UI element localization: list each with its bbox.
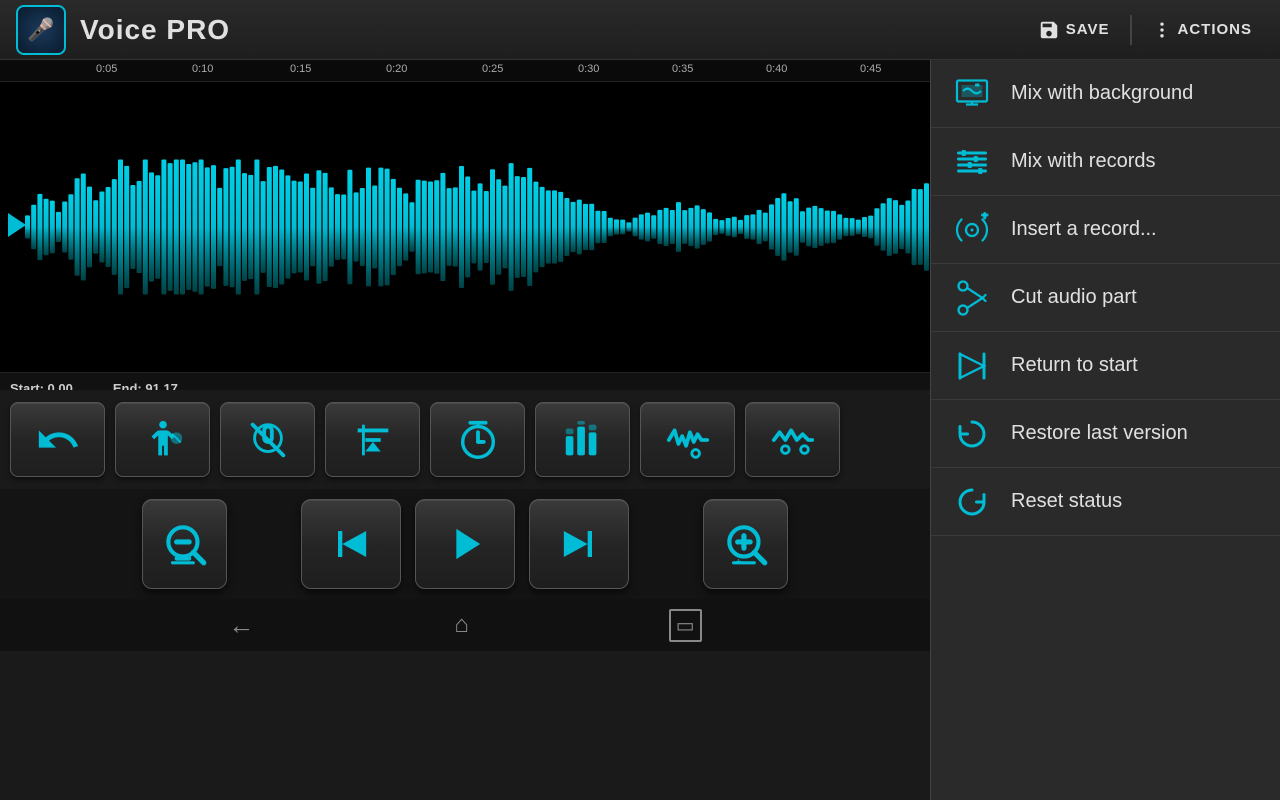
menu-item-insert-record[interactable]: Insert a record... (931, 196, 1280, 264)
trim-button[interactable] (115, 402, 210, 477)
menu-item-reset-status[interactable]: Reset status (931, 468, 1280, 536)
header-divider (1130, 15, 1132, 45)
no-mic-icon (245, 417, 291, 463)
tempo-button[interactable] (430, 402, 525, 477)
timeline-mark-6: 0:30 (578, 63, 599, 75)
toolbar-row (0, 390, 930, 489)
cut-audio-icon (951, 277, 993, 319)
start-time: Start: 0.00 (10, 381, 73, 390)
undo-icon (35, 417, 81, 463)
mix-background-icon (951, 73, 993, 115)
home-nav[interactable]: ⌂ (454, 611, 469, 639)
menu-item-return-start-label: Return to start (1011, 354, 1138, 377)
pitch-icon (350, 417, 396, 463)
play-indicator (8, 213, 26, 237)
prev-icon (325, 518, 377, 570)
menu-item-mix-records-label: Mix with records (1011, 150, 1155, 173)
no-mic-button[interactable] (220, 402, 315, 477)
menu-item-return-start[interactable]: Return to start (931, 332, 1280, 400)
timeline-mark-9: 0:45 (860, 63, 881, 75)
insert-record-icon (951, 209, 993, 251)
playback-row: + (0, 489, 930, 599)
timeline-mark-5: 0:25 (482, 63, 503, 75)
menu-item-mix-records[interactable]: Mix with records (931, 128, 1280, 196)
mix-records-icon (951, 141, 993, 183)
menu-item-insert-record-label: Insert a record... (1011, 218, 1157, 241)
zoom-out-button[interactable] (142, 499, 227, 589)
app-title: Voice PRO (80, 14, 230, 46)
app-logo (16, 5, 66, 55)
actions-button[interactable]: ACTIONS (1140, 14, 1265, 46)
end-time: End: 91.17 (113, 381, 178, 390)
save-icon (1038, 19, 1060, 41)
app-header: Voice PRO SAVE ACTIONS (0, 0, 1280, 60)
save-button[interactable]: SAVE (1026, 13, 1122, 47)
timeline-mark-1: 0:05 (96, 63, 117, 75)
equalizer-button[interactable] (535, 402, 630, 477)
menu-item-mix-background-label: Mix with background (1011, 82, 1193, 105)
next-icon (553, 518, 605, 570)
left-panel: 0:05 0:10 0:15 0:20 0:25 0:30 0:35 0:40 … (0, 60, 930, 800)
waveform-svg (0, 82, 930, 372)
fx-button[interactable] (640, 402, 735, 477)
timeline-mark-8: 0:40 (766, 63, 787, 75)
zoom-in-icon: + (721, 519, 771, 569)
dropdown-menu: Mix with background Mix with records (930, 60, 1280, 800)
menu-item-mix-background[interactable]: Mix with background (931, 60, 1280, 128)
back-nav[interactable]: ← (228, 610, 254, 641)
timeline-mark-7: 0:35 (672, 63, 693, 75)
tempo-icon (455, 417, 501, 463)
menu-item-restore-last-label: Restore last version (1011, 422, 1188, 445)
eq-button[interactable] (745, 402, 840, 477)
menu-item-reset-status-label: Reset status (1011, 490, 1122, 513)
menu-item-cut-audio[interactable]: Cut audio part (931, 264, 1280, 332)
zoom-out-icon (160, 519, 210, 569)
prev-button[interactable] (301, 499, 401, 589)
main-area: 0:05 0:10 0:15 0:20 0:25 0:30 0:35 0:40 … (0, 60, 1280, 800)
svg-text:+: + (735, 557, 741, 568)
menu-item-restore-last[interactable]: Restore last version (931, 400, 1280, 468)
pitch-button[interactable] (325, 402, 420, 477)
trim-icon (140, 417, 186, 463)
play-icon (439, 518, 491, 570)
return-start-icon (951, 345, 993, 387)
actions-icon (1152, 20, 1172, 40)
time-info: Start: 0.00 End: 91.17 (0, 372, 930, 390)
android-nav: ← ⌂ ▭ (0, 599, 930, 651)
save-label: SAVE (1066, 21, 1110, 38)
equalizer-icon (560, 417, 606, 463)
play-button[interactable] (415, 499, 515, 589)
menu-item-cut-audio-label: Cut audio part (1011, 286, 1137, 309)
recents-nav[interactable]: ▭ (669, 609, 702, 642)
timeline-mark-2: 0:10 (192, 63, 213, 75)
timeline-mark-4: 0:20 (386, 63, 407, 75)
timeline-mark-3: 0:15 (290, 63, 311, 75)
waveform-area[interactable]: 0:05 0:10 0:15 0:20 0:25 0:30 0:35 0:40 … (0, 60, 930, 390)
header-actions: SAVE ACTIONS (1026, 13, 1264, 47)
undo-button[interactable] (10, 402, 105, 477)
restore-last-icon (951, 413, 993, 455)
actions-label: ACTIONS (1178, 21, 1253, 38)
next-button[interactable] (529, 499, 629, 589)
zoom-in-button[interactable]: + (703, 499, 788, 589)
fx-icon (665, 417, 711, 463)
eq-icon (770, 417, 816, 463)
reset-status-icon (951, 481, 993, 523)
